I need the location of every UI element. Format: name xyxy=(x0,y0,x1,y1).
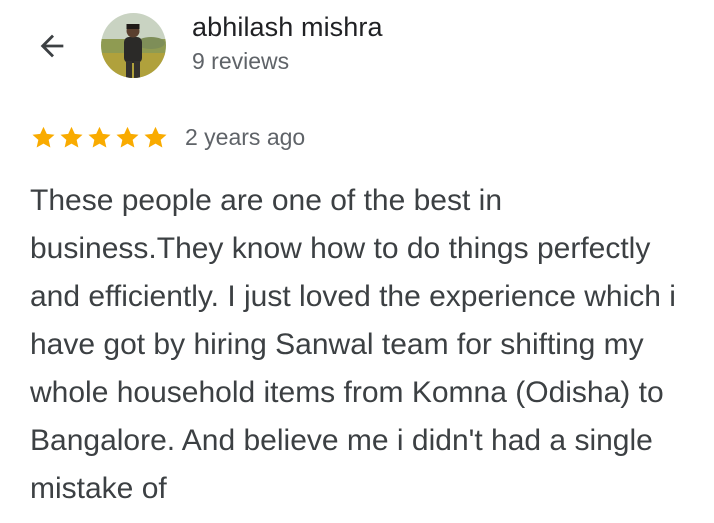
review-date: 2 years ago xyxy=(185,124,306,150)
star-icon xyxy=(116,126,139,148)
star-icon xyxy=(60,126,83,148)
back-button[interactable] xyxy=(30,24,74,68)
review-count: 9 reviews xyxy=(192,48,290,74)
review-text: These people are one of the best in busi… xyxy=(30,184,676,505)
avatar[interactable] xyxy=(101,13,166,78)
profile-photo xyxy=(101,13,166,78)
star-icon xyxy=(88,126,111,148)
arrow-back-icon xyxy=(40,34,64,58)
star-icon xyxy=(144,126,167,148)
rating-row: 2 years ago xyxy=(30,124,305,151)
reviewer-name[interactable]: abhilash mishra xyxy=(192,12,383,43)
star-rating xyxy=(30,124,169,151)
star-icon xyxy=(32,126,55,148)
